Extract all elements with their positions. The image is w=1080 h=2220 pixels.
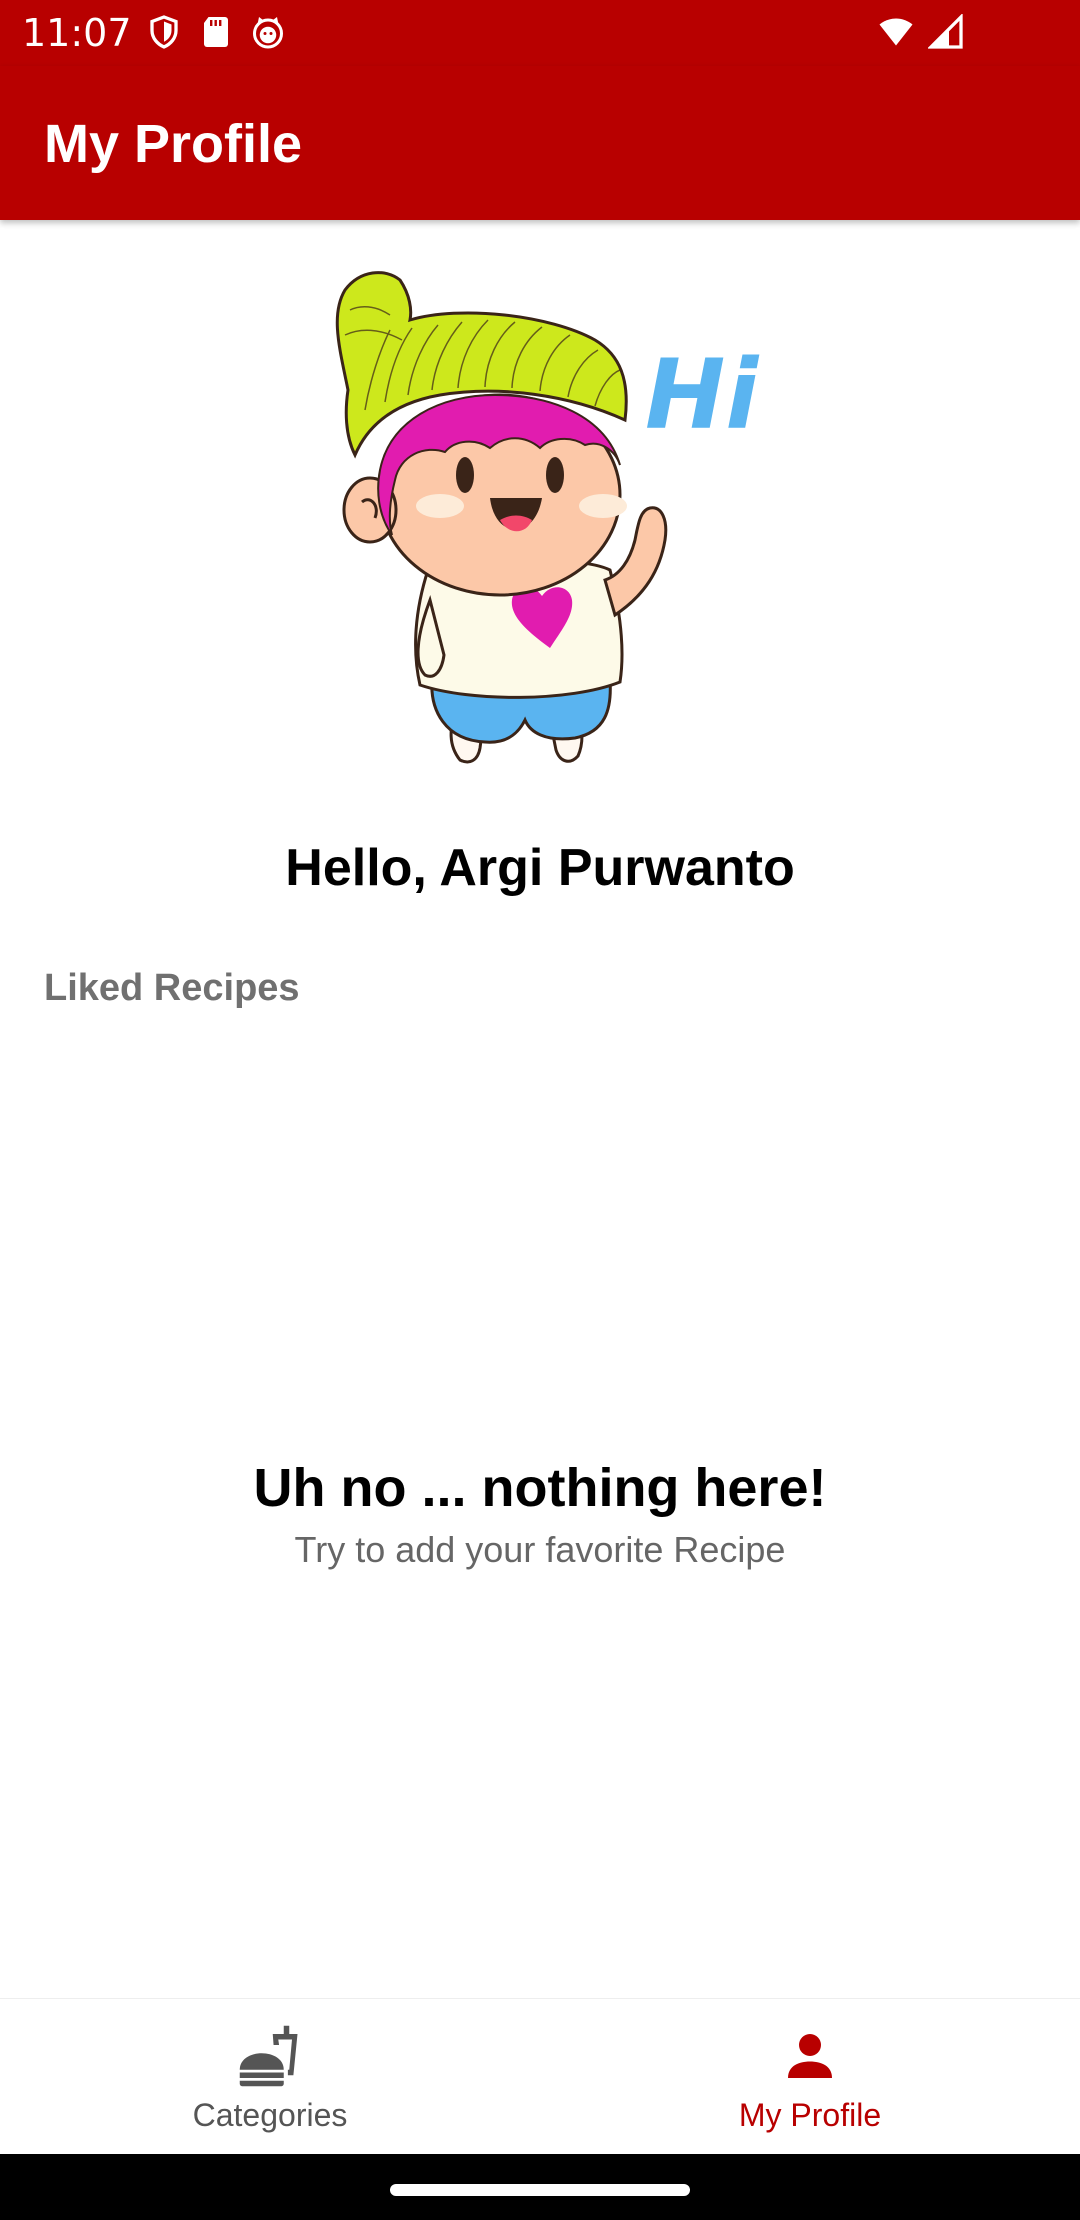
home-gesture-handle[interactable] bbox=[390, 2184, 690, 2196]
fastfood-icon bbox=[239, 2025, 298, 2087]
app-bar: My Profile bbox=[0, 66, 1080, 220]
screen: 11:07 My Profile Hi Hello, Argi Purwanto… bbox=[0, 0, 1080, 2220]
empty-state-title: Uh no ... nothing here! bbox=[253, 1458, 827, 1518]
shield-icon bbox=[150, 15, 178, 49]
status-bar: 11:07 bbox=[0, 0, 1080, 66]
wifi-icon bbox=[879, 18, 913, 46]
nav-item-my-profile[interactable]: My Profile bbox=[540, 1999, 1080, 2155]
page-title: My Profile bbox=[44, 114, 303, 174]
gesture-navigation-bar bbox=[0, 2154, 1080, 2220]
sd-card-icon bbox=[204, 17, 228, 47]
status-time: 11:07 bbox=[22, 11, 132, 55]
status-icons-right bbox=[878, 14, 964, 50]
signal-icon bbox=[928, 14, 963, 49]
hi-character-illustration: Hi bbox=[335, 271, 759, 764]
nav-item-categories[interactable]: Categories bbox=[0, 1999, 540, 2155]
greeting-text: Hello, Argi Purwanto bbox=[285, 839, 795, 897]
nav-label-categories: Categories bbox=[192, 2097, 348, 2133]
nav-label-my-profile: My Profile bbox=[738, 2097, 882, 2133]
empty-state-subtitle: Try to add your favorite Recipe bbox=[294, 1529, 786, 1570]
cat-face-icon bbox=[253, 17, 283, 49]
hi-text: Hi bbox=[645, 339, 759, 451]
person-icon bbox=[788, 2034, 832, 2078]
liked-recipes-label: Liked Recipes bbox=[44, 967, 300, 1009]
status-icons-left bbox=[146, 14, 286, 50]
bottom-nav: Categories My Profile bbox=[0, 1998, 1080, 2155]
